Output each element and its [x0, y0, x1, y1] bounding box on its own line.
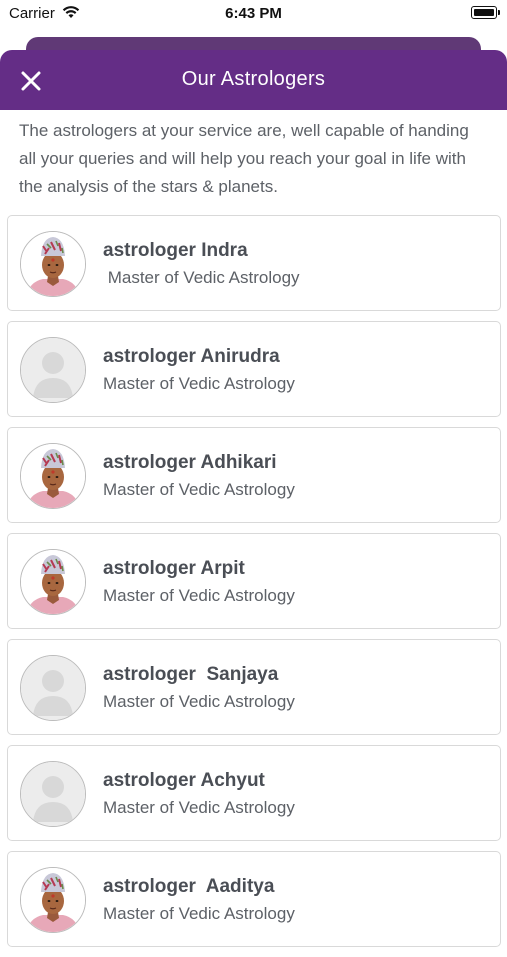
astrologer-card[interactable]: astrologer Anirudra Master of Vedic Astro…: [7, 321, 501, 417]
astrologer-name: astrologer Indra: [103, 240, 248, 261]
astrologer-name: astrologer Anirudra: [103, 346, 280, 367]
astrologer-list: astrologer Indra Master of Vedic Astrolo…: [7, 215, 501, 957]
avatar-photo: [20, 549, 86, 615]
status-time: 6:43 PM: [225, 5, 282, 22]
page-title: Our Astrologers: [181, 68, 326, 90]
astrologer-card[interactable]: astrologer Aaditya Master of Vedic Astrol…: [7, 851, 501, 947]
astrologer-title: Master of Vedic Astrology: [103, 268, 300, 287]
astrologer-name: astrologer Arpit: [103, 558, 245, 579]
astrologer-card[interactable]: astrologer Achyut Master of Vedic Astrolo…: [7, 745, 501, 841]
astrologer-title: Master of Vedic Astrology: [103, 374, 295, 393]
avatar-photo: [20, 231, 86, 297]
status-bar: Carrier 6:43 PM: [0, 0, 507, 30]
battery-icon: [471, 6, 500, 19]
astrologer-card[interactable]: astrologer Arpit Master of Vedic Astrolog…: [7, 533, 501, 629]
astrologer-title: Master of Vedic Astrology: [103, 586, 295, 605]
avatar-placeholder-icon: [20, 337, 86, 403]
astrologer-name: astrologer Achyut: [103, 770, 265, 791]
avatar-photo: [20, 443, 86, 509]
avatar-placeholder-icon: [20, 655, 86, 721]
astrologer-title: Master of Vedic Astrology: [103, 480, 295, 499]
intro-text: The astrologers at your service are, wel…: [19, 121, 469, 196]
astrologer-name: astrologer Aaditya: [103, 876, 275, 897]
astrologer-title: Master of Vedic Astrology: [103, 692, 295, 711]
modal-header: Our Astrologers: [0, 50, 507, 110]
astrologer-title: Master of Vedic Astrology: [103, 904, 295, 923]
astrologer-name: astrologer Adhikari: [103, 452, 277, 473]
astrologer-card[interactable]: astrologer Sanjaya Master of Vedic Astrol…: [7, 639, 501, 735]
astrologer-card[interactable]: astrologer Indra Master of Vedic Astrolo…: [7, 215, 501, 311]
avatar-placeholder-icon: [20, 761, 86, 827]
astrologer-title: Master of Vedic Astrology: [103, 798, 295, 817]
astrologer-card[interactable]: astrologer Adhikari Master of Vedic Astro…: [7, 427, 501, 523]
astrologer-name: astrologer Sanjaya: [103, 664, 279, 685]
avatar-photo: [20, 867, 86, 933]
